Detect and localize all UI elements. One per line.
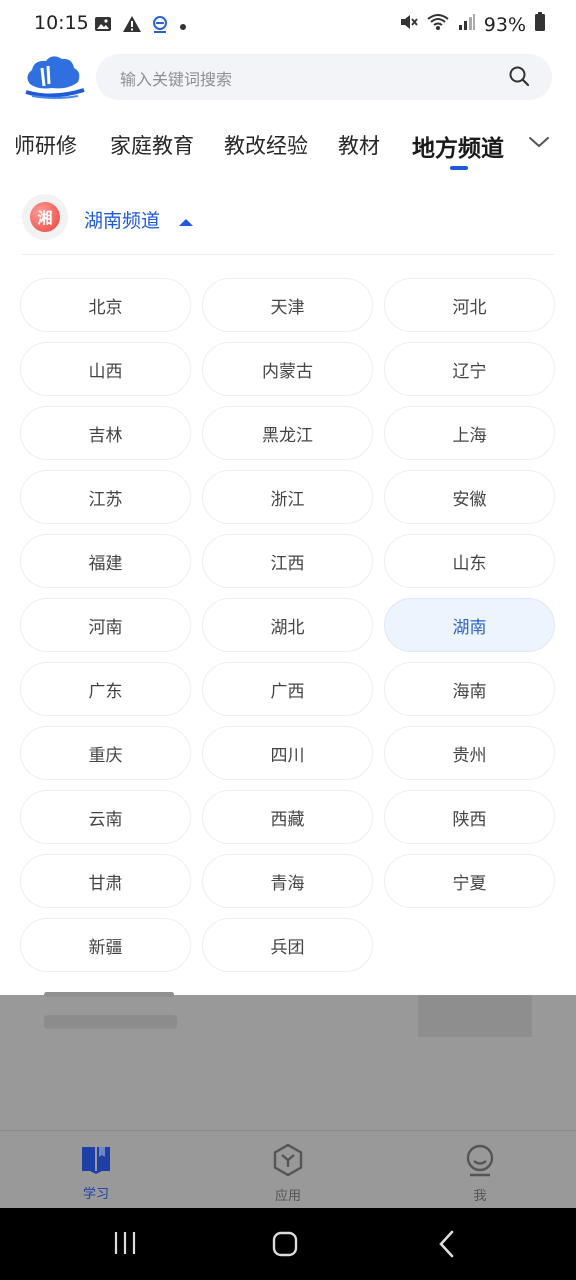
home-icon[interactable] [271,1230,299,1262]
channel-badge: 湘 [22,194,68,240]
province-option[interactable]: 云南 [20,790,191,844]
province-option[interactable]: 西藏 [202,790,373,844]
nav-label-study: 学习 [82,1187,109,1202]
province-option[interactable]: 海南 [384,662,555,716]
status-bar: 10:15 93% [0,0,576,48]
province-option[interactable]: 河北 [384,278,555,332]
tab-reform-experience[interactable]: 教改经验 [224,130,308,160]
tab-textbooks[interactable]: 教材 [338,130,380,160]
province-option[interactable]: 上海 [384,406,555,460]
system-nav-bar [0,1208,576,1280]
province-option[interactable]: 辽宁 [384,342,555,396]
book-icon [80,1147,112,1179]
channel-selector[interactable]: 湘 湖南频道 [0,190,576,254]
placeholder-thumbnail [418,995,532,1037]
status-right: 93% [398,12,546,37]
province-option[interactable]: 北京 [20,278,191,332]
province-option[interactable]: 贵州 [384,726,555,780]
province-option[interactable]: 江苏 [20,470,191,524]
province-option[interactable]: 江西 [202,534,373,588]
status-left-icons [94,14,188,38]
battery-percent: 93% [483,13,526,36]
province-option[interactable]: 福建 [20,534,191,588]
province-option[interactable]: 广西 [202,662,373,716]
header: 输入关键词搜索 [0,48,576,108]
status-time: 10:15 [34,12,89,34]
province-option[interactable]: 山东 [384,534,555,588]
search-placeholder: 输入关键词搜索 [120,70,233,89]
app-notification-icon [152,14,168,38]
province-option[interactable]: 吉林 [20,406,191,460]
channel-tabs: 师研修 家庭教育 教改经验 教材 地方频道 [0,118,576,174]
image-icon [94,15,112,37]
channel-title[interactable]: 湖南频道 [84,206,160,233]
warning-icon [122,15,142,37]
province-option[interactable]: 宁夏 [384,854,555,908]
wifi-icon [426,12,450,37]
recent-apps-icon[interactable] [112,1230,138,1260]
chevron-down-icon[interactable] [528,134,550,154]
search-input[interactable]: 输入关键词搜索 [96,54,552,100]
province-option[interactable]: 河南 [20,598,191,652]
profile-icon [464,1144,496,1181]
placeholder-bar [44,992,174,997]
province-option[interactable]: 黑龙江 [202,406,373,460]
apps-hexagon-icon [272,1143,304,1181]
province-option[interactable]: 广东 [20,662,191,716]
province-option[interactable]: 青海 [202,854,373,908]
search-icon[interactable] [508,65,530,91]
dot-icon [178,17,188,36]
nav-item-study[interactable]: 学习 [46,1143,146,1202]
signal-icon [458,13,476,36]
channel-badge-char: 湘 [30,202,60,232]
province-option[interactable]: 四川 [202,726,373,780]
app-logo-icon [22,54,86,100]
divider [22,254,554,255]
bottom-nav: 学习 应用 我 [0,1130,576,1208]
province-option[interactable]: 浙江 [202,470,373,524]
tab-teacher-training[interactable]: 师研修 [14,130,77,160]
province-option[interactable]: 重庆 [20,726,191,780]
province-option[interactable]: 山西 [20,342,191,396]
tab-family-education[interactable]: 家庭教育 [110,130,194,160]
province-option[interactable]: 湖北 [202,598,373,652]
province-option[interactable]: 新疆 [20,918,191,972]
province-option[interactable]: 内蒙古 [202,342,373,396]
mute-icon [398,12,418,37]
province-option[interactable]: 兵团 [202,918,373,972]
caret-up-icon[interactable] [178,212,194,231]
tab-local-channel[interactable]: 地方频道 [412,129,504,163]
province-option[interactable]: 天津 [202,278,373,332]
back-icon[interactable] [436,1230,458,1262]
nav-item-apps[interactable]: 应用 [238,1143,338,1204]
placeholder-bar [44,1015,177,1029]
nav-label-apps: 应用 [274,1189,301,1204]
battery-icon [534,12,546,37]
province-option[interactable]: 安徽 [384,470,555,524]
nav-label-me: 我 [473,1189,487,1204]
active-tab-indicator [450,166,468,170]
province-option[interactable]: 甘肃 [20,854,191,908]
province-option[interactable]: 陕西 [384,790,555,844]
province-option[interactable]: 湖南 [384,598,555,652]
nav-item-me[interactable]: 我 [430,1143,530,1204]
